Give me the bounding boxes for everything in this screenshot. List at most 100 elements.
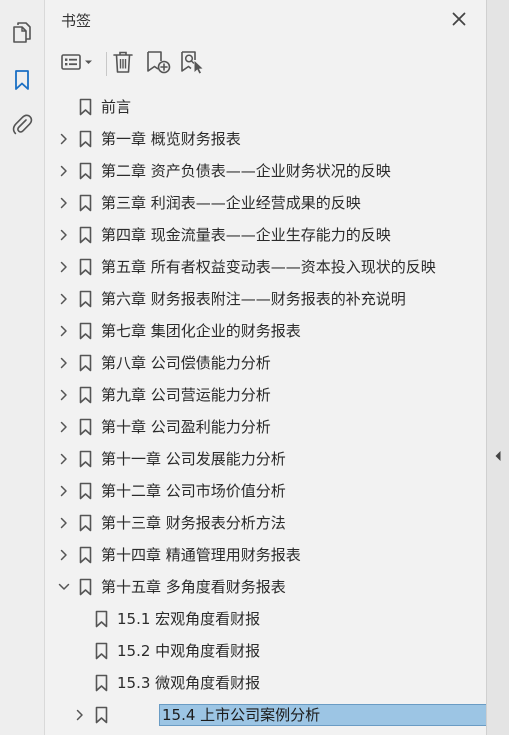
bookmark-item[interactable]: 第六章 财务报表附注——财务报表的补充说明 <box>45 283 486 315</box>
attachments-button[interactable] <box>6 110 38 142</box>
chevron-right-icon[interactable] <box>73 707 87 723</box>
bookmark-icon <box>78 98 92 116</box>
bookmark-item[interactable]: 第十二章 公司市场价值分析 <box>45 475 486 507</box>
bookmark-label: 15.2 中观角度看财报 <box>117 642 261 660</box>
bookmark-label: 第十二章 公司市场价值分析 <box>101 482 286 500</box>
bookmark-icon <box>78 514 92 532</box>
bookmark-icon <box>78 130 92 148</box>
panel-header: 书签 <box>45 0 486 41</box>
new-bookmark-button[interactable] <box>145 50 171 78</box>
chevron-right-icon[interactable] <box>57 547 71 563</box>
bookmark-item[interactable]: 第十三章 财务报表分析方法 <box>45 507 486 539</box>
bookmark-icon <box>78 162 92 180</box>
bookmark-item[interactable]: 第十章 公司盈利能力分析 <box>45 411 486 443</box>
bookmark-label: 第五章 所有者权益变动表——资本投入现状的反映 <box>101 258 436 276</box>
bookmark-item[interactable]: 第二章 资产负债表——企业财务状况的反映 <box>45 155 486 187</box>
chevron-right-icon[interactable] <box>57 515 71 531</box>
chevron-right-icon[interactable] <box>57 355 71 371</box>
bookmark-item[interactable]: 第三章 利润表——企业经营成果的反映 <box>45 187 486 219</box>
bookmark-label: 15.4 上市公司案例分析 <box>159 704 509 726</box>
pages-icon <box>11 20 33 48</box>
add-bookmark-icon <box>145 50 171 78</box>
chevron-right-icon[interactable] <box>57 227 71 243</box>
bookmark-label: 第四章 现金流量表——企业生存能力的反映 <box>101 226 391 244</box>
bookmark-item[interactable]: 第十四章 精通管理用财务报表 <box>45 539 486 571</box>
find-bookmark-icon <box>179 50 205 78</box>
bookmark-icon <box>13 68 31 96</box>
bookmark-item[interactable]: 第九章 公司营运能力分析 <box>45 379 486 411</box>
bookmark-label: 第七章 集团化企业的财务报表 <box>101 322 301 340</box>
bookmark-icon <box>78 546 92 564</box>
chevron-down-icon[interactable] <box>57 579 71 595</box>
bookmark-label: 15.3 微观角度看财报 <box>117 674 261 692</box>
bookmark-icon <box>78 482 92 500</box>
bookmark-item[interactable]: 第一章 概览财务报表 <box>45 123 486 155</box>
panel-splitter[interactable] <box>486 0 509 735</box>
bookmark-subitem[interactable]: 15.3 微观角度看财报 <box>45 667 486 699</box>
chevron-right-icon[interactable] <box>57 419 71 435</box>
bookmark-item[interactable]: 前言 <box>45 91 486 123</box>
bookmark-icon <box>78 226 92 244</box>
bookmark-subitem[interactable]: 15.1 宏观角度看财报 <box>45 603 486 635</box>
bookmark-icon <box>78 194 92 212</box>
bookmark-label: 第十三章 财务报表分析方法 <box>101 514 286 532</box>
bookmark-item[interactable]: 第五章 所有者权益变动表——资本投入现状的反映 <box>45 251 486 283</box>
bookmark-label: 第六章 财务报表附注——财务报表的补充说明 <box>101 290 406 308</box>
paperclip-icon <box>11 112 33 140</box>
chevron-right-icon[interactable] <box>57 451 71 467</box>
bookmarks-panel: 书签 前言 第一章 概览财务报表 第二章 资产负债表——企业财务状况的反映 第三… <box>45 0 509 735</box>
chevron-right-icon[interactable] <box>57 483 71 499</box>
bookmark-label: 第八章 公司偿债能力分析 <box>101 354 271 372</box>
bookmark-label: 第十五章 多角度看财务报表 <box>101 578 286 596</box>
delete-bookmark-button[interactable] <box>111 50 135 78</box>
bookmark-label: 第十章 公司盈利能力分析 <box>101 418 271 436</box>
chevron-right-icon[interactable] <box>57 387 71 403</box>
bookmark-label: 第三章 利润表——企业经营成果的反映 <box>101 194 361 212</box>
bookmark-label: 第九章 公司营运能力分析 <box>101 386 271 404</box>
close-panel-button[interactable] <box>447 8 471 32</box>
toolbar-divider <box>106 52 107 76</box>
bookmark-label: 第十四章 精通管理用财务报表 <box>101 546 301 564</box>
bookmark-icon <box>78 450 92 468</box>
chevron-right-icon[interactable] <box>57 163 71 179</box>
bookmark-icon <box>78 290 92 308</box>
chevron-right-icon[interactable] <box>57 259 71 275</box>
bookmark-icon <box>94 706 108 724</box>
trash-icon <box>112 50 134 78</box>
panel-title: 书签 <box>61 12 92 30</box>
bookmark-icon <box>94 610 108 628</box>
bookmark-icon <box>78 354 92 372</box>
bookmark-label: 15.1 宏观角度看财报 <box>117 610 261 628</box>
options-list-icon <box>59 52 97 76</box>
navigation-rail <box>0 0 45 735</box>
chevron-right-icon[interactable] <box>57 323 71 339</box>
bookmark-icon <box>78 322 92 340</box>
find-bookmark-button[interactable] <box>179 50 205 78</box>
bookmark-label: 第一章 概览财务报表 <box>101 130 241 148</box>
collapse-left-icon <box>494 447 502 466</box>
bookmark-icon <box>94 674 108 692</box>
bookmark-icon <box>78 578 92 596</box>
bookmark-item[interactable]: 第十一章 公司发展能力分析 <box>45 443 486 475</box>
bookmark-label: 第二章 资产负债表——企业财务状况的反映 <box>101 162 391 180</box>
bookmark-label: 第十一章 公司发展能力分析 <box>101 450 286 468</box>
bookmarks-button[interactable] <box>6 66 38 98</box>
chevron-right-icon[interactable] <box>57 291 71 307</box>
bookmark-icon <box>78 258 92 276</box>
bookmark-item[interactable]: 第四章 现金流量表——企业生存能力的反映 <box>45 219 486 251</box>
bookmark-subitem[interactable]: 15.4 上市公司案例分析 <box>45 699 509 731</box>
options-menu-button[interactable] <box>59 50 97 78</box>
bookmark-item[interactable]: 第十五章 多角度看财务报表 <box>45 571 486 603</box>
bookmark-label: 前言 <box>101 98 132 116</box>
collapse-panel-button[interactable] <box>493 449 503 463</box>
bookmark-icon <box>94 642 108 660</box>
chevron-right-icon[interactable] <box>57 131 71 147</box>
bookmark-icon <box>78 418 92 436</box>
bookmark-item[interactable]: 第七章 集团化企业的财务报表 <box>45 315 486 347</box>
close-icon <box>452 11 466 30</box>
bookmark-subitem[interactable]: 15.2 中观角度看财报 <box>45 635 486 667</box>
bookmark-icon <box>78 386 92 404</box>
bookmark-item[interactable]: 第八章 公司偿债能力分析 <box>45 347 486 379</box>
chevron-right-icon[interactable] <box>57 195 71 211</box>
pages-button[interactable] <box>6 18 38 50</box>
